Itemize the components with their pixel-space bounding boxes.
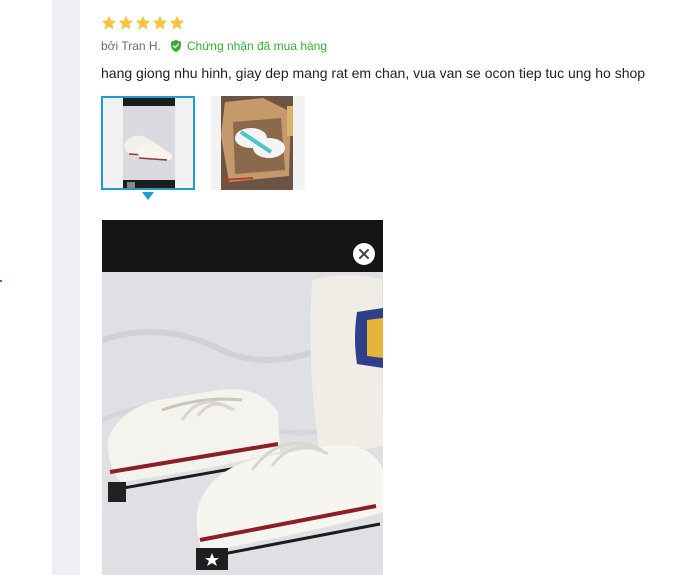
review-thumbnails (101, 96, 671, 204)
star-icon (152, 15, 168, 30)
star-icon (169, 15, 185, 30)
thumbnail-shoe-photo[interactable] (101, 96, 195, 190)
thumbnail-shoebox-photo[interactable] (211, 96, 305, 190)
verified-shield-icon (170, 39, 181, 53)
star-icon (101, 15, 117, 30)
selected-thumbnail-pointer (142, 192, 154, 200)
review-comment: hang giong nhu hinh, giay dep mang rat e… (101, 65, 646, 81)
verified-label: Chứng nhận đã mua hàng (186, 39, 328, 53)
left-sidebar-stripe (52, 0, 80, 575)
review-page: bởi Tran H. Chứng nhận đã mua hàng hang … (0, 0, 682, 575)
review-author: bởi Tran H. (101, 39, 161, 53)
star-icon (118, 15, 134, 30)
rating-stars (101, 14, 671, 32)
shoebox-photo-thumbnail (211, 96, 305, 190)
shoe-photo-large (102, 220, 383, 575)
verified-purchase-badge: Chứng nhận đã mua hàng (169, 39, 327, 53)
close-icon (359, 249, 369, 259)
star-icon (135, 15, 151, 30)
photo-viewer (102, 220, 383, 575)
review-item: bởi Tran H. Chứng nhận đã mua hàng hang … (101, 14, 671, 204)
shoe-photo-thumbnail (103, 98, 193, 188)
close-viewer-button[interactable] (353, 243, 375, 265)
review-meta: bởi Tran H. Chứng nhận đã mua hàng (101, 37, 671, 55)
decorative-dot (0, 280, 2, 282)
